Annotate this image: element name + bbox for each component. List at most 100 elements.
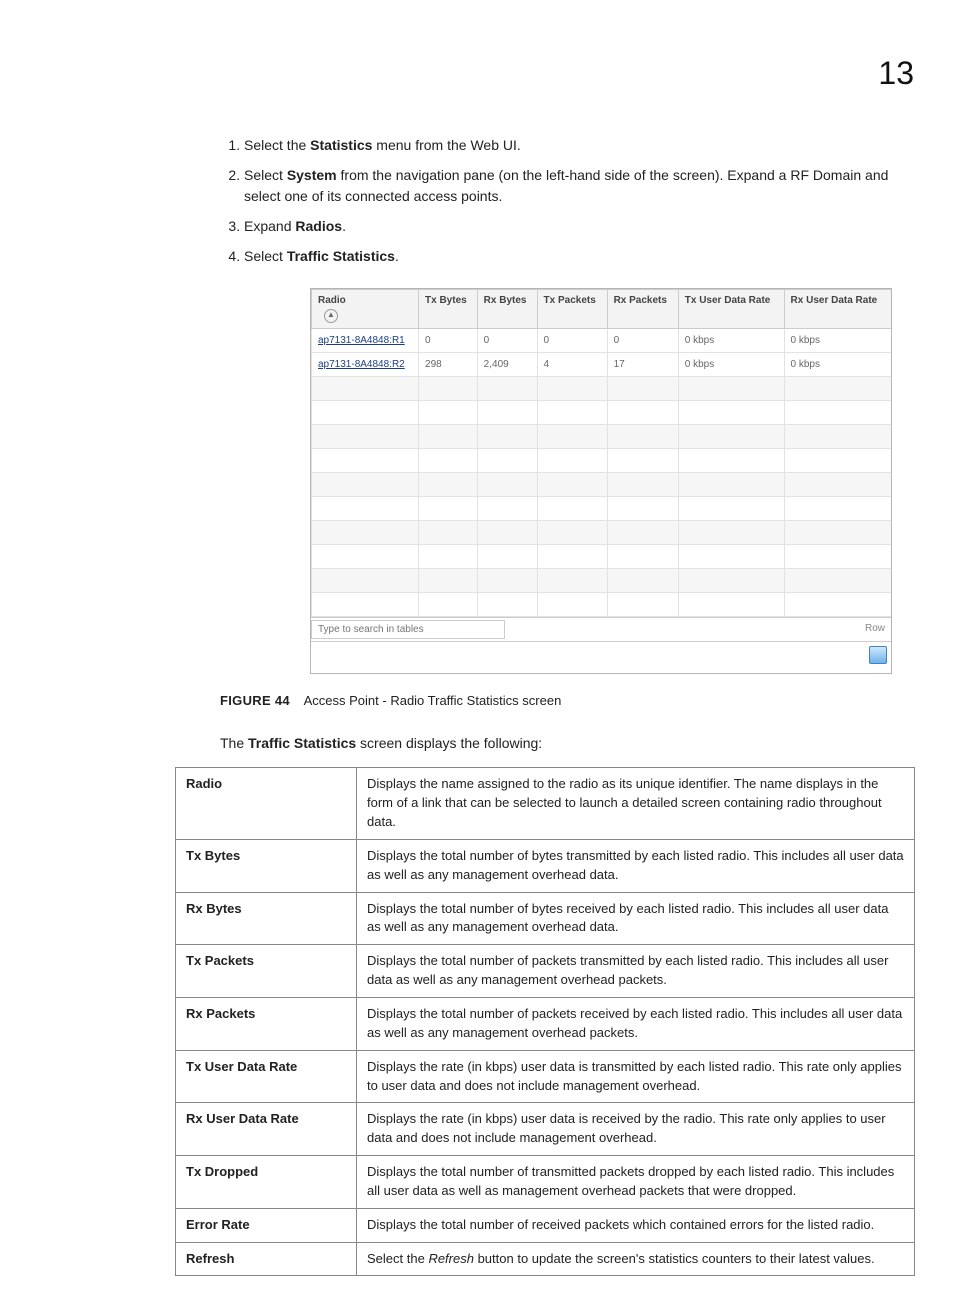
column-header[interactable]: Tx Packets — [537, 290, 607, 329]
table-row — [312, 521, 892, 545]
definition-row: RefreshSelect the Refresh button to upda… — [176, 1242, 915, 1276]
row-count-label: Row — [859, 618, 891, 641]
figure-label: FIGURE 44 — [220, 693, 290, 708]
table-cell — [678, 473, 784, 497]
table-cell: 0 — [607, 329, 678, 353]
table-cell — [678, 377, 784, 401]
table-cell — [419, 377, 478, 401]
lead-sentence: The Traffic Statistics screen displays t… — [220, 733, 914, 753]
table-cell — [607, 377, 678, 401]
table-cell — [312, 497, 419, 521]
definition-desc: Select the Refresh button to update the … — [357, 1242, 915, 1276]
table-cell — [537, 425, 607, 449]
table-row — [312, 545, 892, 569]
radio-link[interactable]: ap7131-8A4848:R1 — [318, 335, 405, 346]
radio-link[interactable]: ap7131-8A4848:R2 — [318, 359, 405, 370]
definition-term: Tx Dropped — [176, 1156, 357, 1209]
definition-row: Tx PacketsDisplays the total number of p… — [176, 945, 915, 998]
column-header[interactable]: Tx Bytes — [419, 290, 478, 329]
definition-desc: Displays the rate (in kbps) user data is… — [357, 1103, 915, 1156]
definition-term: Error Rate — [176, 1208, 357, 1242]
table-row — [312, 473, 892, 497]
table-cell — [419, 449, 478, 473]
traffic-stats-table: Radio▲Tx BytesRx BytesTx PacketsRx Packe… — [311, 289, 891, 617]
lead-post: screen displays the following: — [356, 735, 542, 751]
column-header[interactable]: Rx Bytes — [477, 290, 537, 329]
step-bold: Traffic Statistics — [287, 248, 395, 264]
table-cell: ap7131-8A4848:R1 — [312, 329, 419, 353]
table-cell — [784, 521, 891, 545]
table-cell: 298 — [419, 353, 478, 377]
definition-row: Rx User Data RateDisplays the rate (in k… — [176, 1103, 915, 1156]
lead-bold: Traffic Statistics — [248, 735, 356, 751]
table-cell — [419, 593, 478, 617]
table-cell — [784, 425, 891, 449]
table-cell — [678, 425, 784, 449]
definition-term: Tx User Data Rate — [176, 1050, 357, 1103]
table-cell — [678, 401, 784, 425]
column-header[interactable]: Tx User Data Rate — [678, 290, 784, 329]
step-pre: Expand — [244, 218, 295, 234]
table-cell — [784, 449, 891, 473]
table-cell — [477, 473, 537, 497]
definition-row: Tx User Data RateDisplays the rate (in k… — [176, 1050, 915, 1103]
table-cell — [419, 425, 478, 449]
definition-desc: Displays the total number of bytes recei… — [357, 892, 915, 945]
figure-caption: FIGURE 44 Access Point - Radio Traffic S… — [220, 692, 914, 711]
table-cell — [784, 593, 891, 617]
table-cell — [419, 545, 478, 569]
table-cell — [419, 521, 478, 545]
column-header[interactable]: Rx Packets — [607, 290, 678, 329]
definition-desc: Displays the name assigned to the radio … — [357, 768, 915, 840]
table-cell — [419, 401, 478, 425]
table-cell — [784, 377, 891, 401]
step-pre: Select the — [244, 137, 310, 153]
table-row: ap7131-8A4848:R22982,4094170 kbps0 kbps0… — [312, 353, 892, 377]
table-cell: 4 — [537, 353, 607, 377]
step-post: menu from the Web UI. — [372, 137, 520, 153]
table-cell — [312, 569, 419, 593]
table-cell — [477, 449, 537, 473]
refresh-icon[interactable] — [869, 646, 887, 664]
definition-term: Rx User Data Rate — [176, 1103, 357, 1156]
table-cell — [537, 545, 607, 569]
table-cell — [312, 449, 419, 473]
table-cell — [537, 473, 607, 497]
table-cell — [607, 425, 678, 449]
definition-row: Tx BytesDisplays the total number of byt… — [176, 839, 915, 892]
definition-term: Rx Bytes — [176, 892, 357, 945]
column-header[interactable]: Radio▲ — [312, 290, 419, 329]
table-cell: 0 kbps — [678, 329, 784, 353]
definition-term: Tx Bytes — [176, 839, 357, 892]
step-post: . — [342, 218, 346, 234]
definition-desc: Displays the rate (in kbps) user data is… — [357, 1050, 915, 1103]
table-row: ap7131-8A4848:R100000 kbps0 kbps010 — [312, 329, 892, 353]
table-cell: 0 — [537, 329, 607, 353]
definition-row: RadioDisplays the name assigned to the r… — [176, 768, 915, 840]
table-cell — [607, 449, 678, 473]
table-cell — [537, 497, 607, 521]
table-cell — [784, 473, 891, 497]
table-row — [312, 449, 892, 473]
table-cell — [312, 401, 419, 425]
table-cell — [784, 497, 891, 521]
definition-row: Tx DroppedDisplays the total number of t… — [176, 1156, 915, 1209]
table-cell: ap7131-8A4848:R2 — [312, 353, 419, 377]
table-cell — [419, 473, 478, 497]
definition-desc: Displays the total number of transmitted… — [357, 1156, 915, 1209]
sort-asc-icon[interactable]: ▲ — [324, 309, 338, 323]
search-input[interactable] — [311, 620, 505, 639]
table-cell — [477, 545, 537, 569]
table-cell — [607, 593, 678, 617]
step-bold: System — [287, 167, 337, 183]
table-cell — [678, 497, 784, 521]
table-cell — [312, 545, 419, 569]
page-number: 13 — [878, 50, 914, 96]
table-cell — [312, 425, 419, 449]
table-cell — [784, 569, 891, 593]
definition-row: Error RateDisplays the total number of r… — [176, 1208, 915, 1242]
steps-list: Select the Statistics menu from the Web … — [220, 135, 914, 266]
column-header[interactable]: Rx User Data Rate — [784, 290, 891, 329]
step-pre: Select — [244, 248, 287, 264]
table-cell: 0 kbps — [678, 353, 784, 377]
